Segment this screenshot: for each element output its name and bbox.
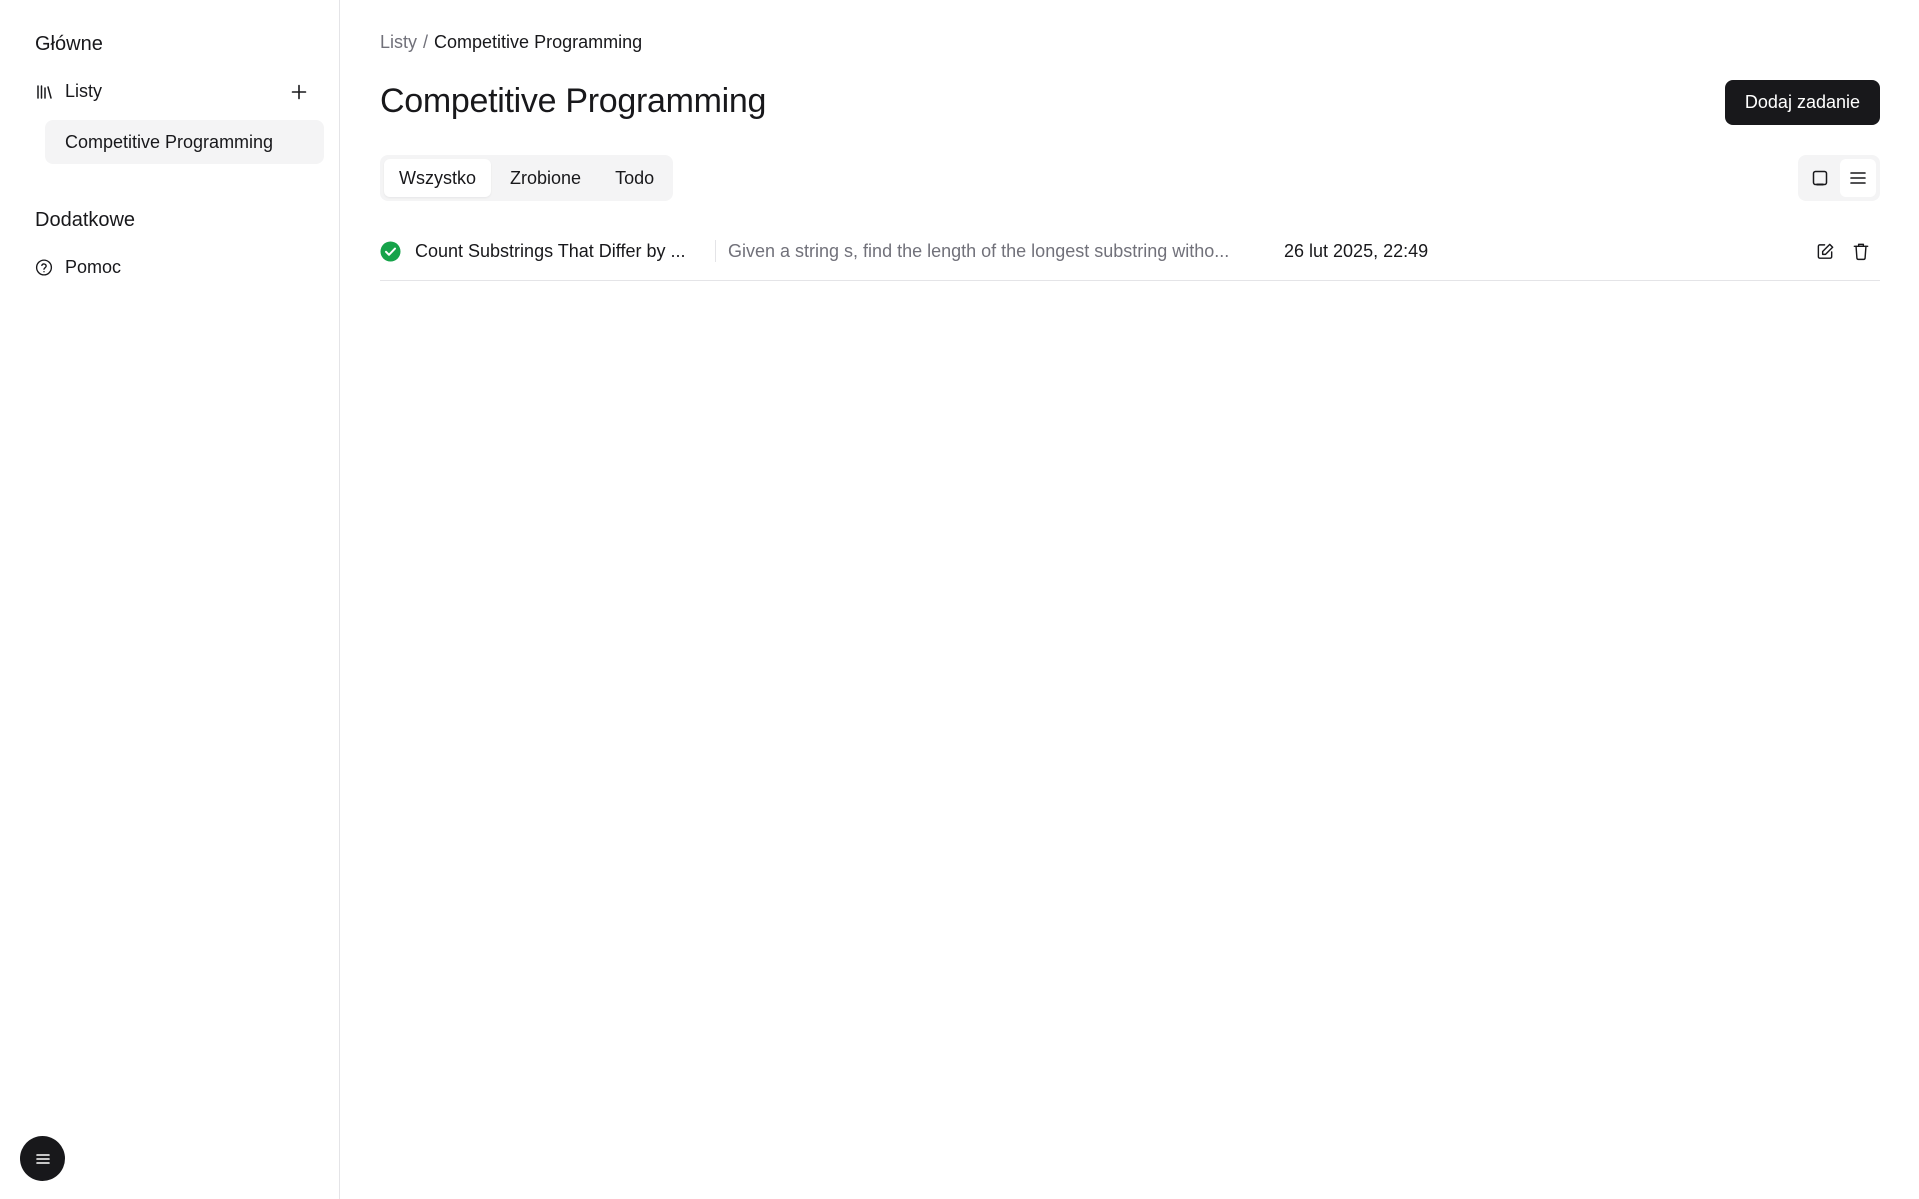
sidebar-item-lists[interactable]: Listy [35,81,102,102]
sidebar-item-help[interactable]: Pomoc [35,257,121,278]
breadcrumb-current: Competitive Programming [434,32,643,52]
tab-done[interactable]: Zrobione [495,159,596,197]
task-description: Given a string s, find the length of the… [728,240,1230,261]
task-date: 26 lut 2025, 22:49 [1284,240,1429,261]
add-list-button[interactable] [288,81,310,103]
filter-tabs: Wszystko Zrobione Todo [380,155,674,201]
library-icon [35,83,53,101]
trash-icon [1853,243,1869,260]
list-view-button[interactable] [1840,159,1876,197]
page-title: Competitive Programming [380,82,767,120]
edit-task-button[interactable] [1814,240,1836,262]
card-view-icon [1812,170,1828,186]
task-actions [1814,240,1880,262]
main-section-title: Główne [35,33,103,55]
tab-todo[interactable]: Todo [600,159,669,197]
task-divider [715,240,716,262]
view-mode-toggle [1798,155,1880,201]
sidebar-item-help-label: Pomoc [65,257,122,277]
menu-icon [35,1153,50,1164]
tab-all[interactable]: Wszystko [384,159,492,197]
menu-fab-button[interactable] [20,1136,65,1181]
breadcrumb-separator: / [423,32,429,52]
delete-task-button[interactable] [1850,240,1872,262]
sidebar: Główne Listy Competitive Programming Dod… [0,0,340,1199]
add-task-button[interactable]: Dodaj zadanie [1724,80,1880,125]
main-content: Listy / Competitive Programming Competit… [380,0,1880,1199]
sidebar-list-label: Competitive Programming [65,131,274,152]
card-view-button[interactable] [1802,159,1838,197]
breadcrumb-root-link[interactable]: Listy [380,32,417,53]
extra-section-title: Dodatkowe [35,209,136,231]
sidebar-list-competitive-programming[interactable]: Competitive Programming [45,120,324,164]
done-check-icon[interactable] [380,241,401,262]
list-view-icon [1850,172,1866,184]
task-title: Count Substrings That Differ by ... [415,240,686,261]
edit-icon [1817,243,1833,259]
task-row[interactable]: Count Substrings That Differ by ... Give… [380,222,1880,281]
sidebar-item-lists-label: Listy [65,81,103,101]
help-circle-icon [35,259,53,277]
breadcrumb: Listy / Competitive Programming [380,32,642,53]
plus-icon [291,84,307,100]
